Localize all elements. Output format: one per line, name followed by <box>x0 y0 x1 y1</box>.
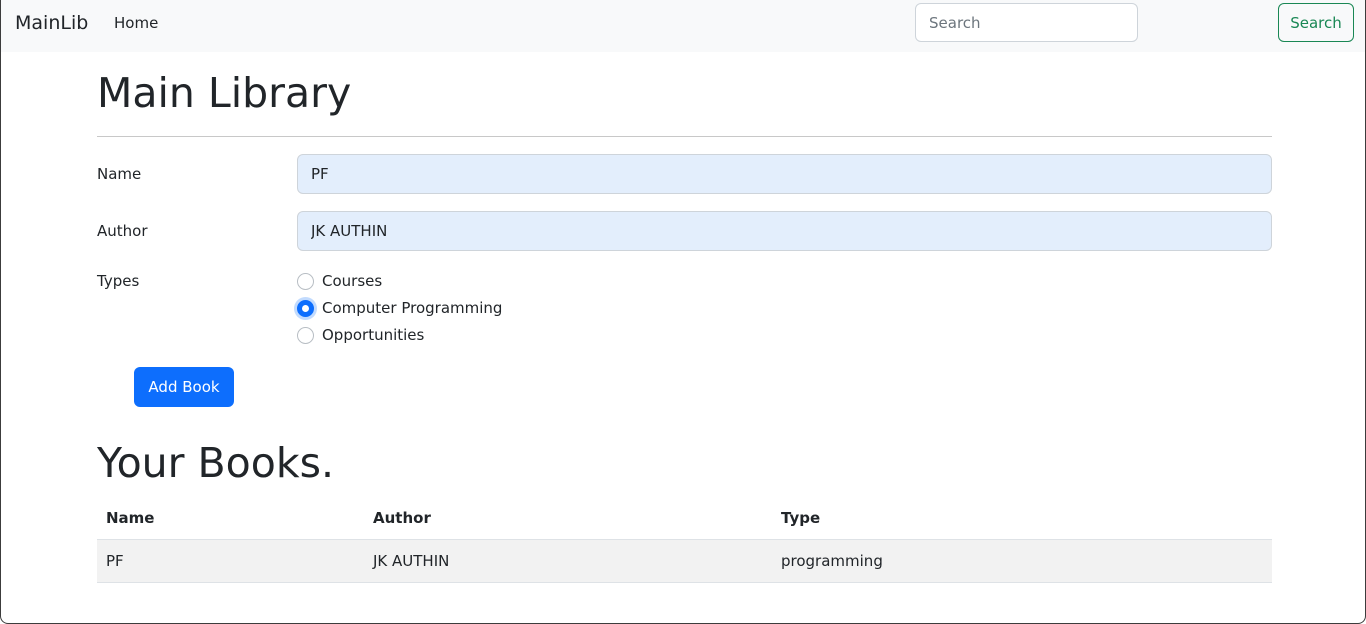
search-input[interactable] <box>915 3 1138 42</box>
table-cell-name: PF <box>97 539 364 583</box>
table-cell-type: programming <box>772 539 1272 583</box>
radio-label-courses: Courses <box>322 272 383 290</box>
radio-label-computer-programming: Computer Programming <box>322 299 503 317</box>
radio-button-opportunities[interactable] <box>297 326 314 344</box>
radio-option-courses[interactable]: Courses <box>297 271 382 291</box>
radio-option-computer-programming[interactable]: Computer Programming <box>297 298 502 318</box>
name-field[interactable] <box>297 154 1272 194</box>
nav-home-link[interactable]: Home <box>114 14 158 32</box>
radio-option-opportunities[interactable]: Opportunities <box>297 325 424 345</box>
column-header-author: Author <box>364 497 772 540</box>
radio-button-courses[interactable] <box>297 272 314 290</box>
navbar: MainLib Home Search <box>1 0 1365 52</box>
types-label: Types <box>97 272 140 290</box>
name-label: Name <box>97 165 142 183</box>
page-title: Main Library <box>97 69 352 117</box>
table-header-row: Name Author Type <box>97 497 1272 540</box>
divider <box>97 136 1272 137</box>
add-book-button[interactable]: Add Book <box>134 367 234 407</box>
table-cell-author: JK AUTHIN <box>364 539 772 583</box>
brand-logo[interactable]: MainLib <box>15 12 88 34</box>
table-row: PF JK AUTHIN programming <box>97 539 1272 583</box>
app-window: MainLib Home Search Main Library Name Au… <box>0 0 1366 624</box>
column-header-type: Type <box>772 497 1272 540</box>
search-button[interactable]: Search <box>1278 3 1354 42</box>
books-table: Name Author Type PF JK AUTHIN programmin… <box>97 497 1272 583</box>
radio-label-opportunities: Opportunities <box>322 326 425 344</box>
author-field[interactable] <box>297 211 1272 251</box>
author-label: Author <box>97 222 148 240</box>
books-section-title: Your Books. <box>97 439 334 487</box>
radio-button-computer-programming[interactable] <box>297 299 314 317</box>
column-header-name: Name <box>97 497 364 540</box>
